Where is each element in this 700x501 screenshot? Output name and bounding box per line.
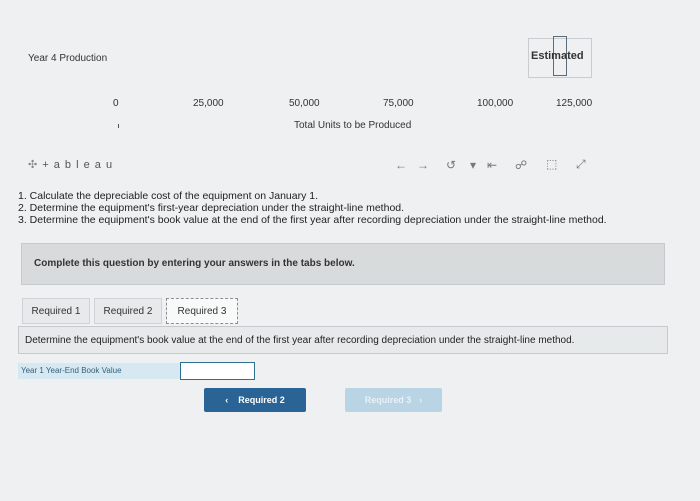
prev-required-button[interactable]: ‹ Required 2 [204,388,306,412]
question-2: 2. Determine the equipment's first-year … [18,202,405,214]
x-tick-0: 0 [113,98,119,109]
chart-title: Year 4 Production [28,53,108,64]
tick-mark [118,124,119,128]
x-tick-75000: 75,000 [383,98,414,109]
x-axis-title: Total Units to be Produced [294,120,412,131]
tab-required-2[interactable]: Required 2 [94,298,162,324]
book-value-label: Year 1 Year-End Book Value [18,363,180,379]
next-required-button[interactable]: Required 3 › [345,388,442,412]
prev-button-label: Required 2 [238,395,285,405]
question-1: 1. Calculate the depreciable cost of the… [18,190,319,202]
download-icon[interactable]: ⬚ [546,157,557,171]
question-list: 1. Calculate the depreciable cost of the… [18,190,607,226]
pause-icon[interactable]: ▾ [470,158,476,172]
next-button-label: Required 3 [364,395,412,405]
question-3: 3. Determine the equipment's book value … [18,214,607,226]
x-tick-100000: 100,000 [477,98,514,109]
refresh-icon[interactable]: ⇤ [487,158,497,172]
x-tick-125000: 125,000 [556,98,593,109]
fullscreen-icon[interactable]: ⤢ [576,157,586,172]
revert-icon[interactable]: ↺ [446,158,456,172]
tab-required-1[interactable]: Required 1 [22,298,90,324]
x-tick-50000: 50,000 [289,98,320,109]
x-tick-25000: 25,000 [193,98,224,109]
tab-required-3[interactable]: Required 3 [166,298,238,324]
undo-icon[interactable]: ← [395,158,407,172]
tableau-logo-icon: ✣ [28,159,39,171]
legend-estimated-label: Estimated [531,50,584,62]
chevron-left-icon: ‹ [225,395,229,405]
instructions-text: Complete this question by entering your … [34,258,355,269]
share-icon[interactable]: ☍ [515,158,527,172]
chevron-right-icon: › [419,395,423,405]
prompt-text: Determine the equipment's book value at … [25,335,575,346]
book-value-input[interactable] [180,362,255,380]
tableau-logo-text: + a b l e a u [42,159,114,171]
redo-icon[interactable]: → [417,158,429,172]
tableau-logo: ✣ + a b l e a u [28,158,113,171]
